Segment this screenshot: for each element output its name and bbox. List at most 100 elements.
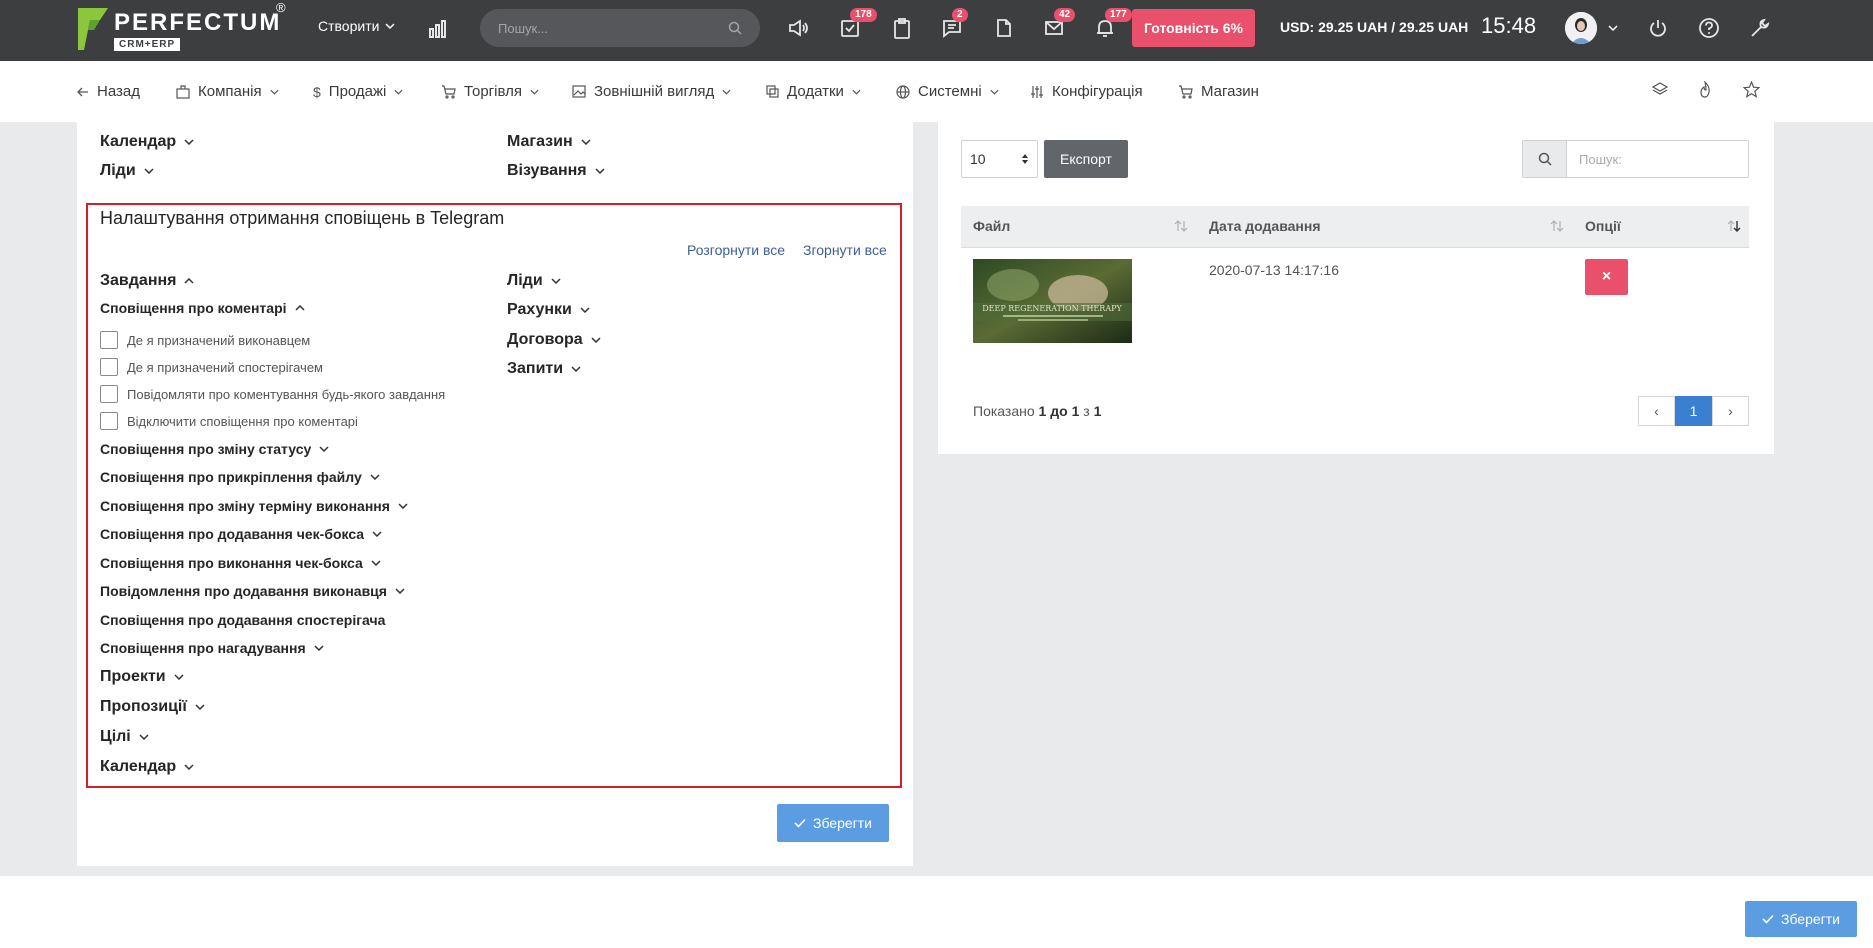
section-calendar-label: Календар [100, 133, 177, 150]
clipboard-icon[interactable] [888, 14, 916, 42]
nav-store[interactable]: Магазин [1178, 83, 1259, 100]
sub-section[interactable]: Сповіщення про зміну статусу [100, 441, 329, 457]
column-options[interactable]: Опції [1585, 218, 1621, 234]
footer-save-button[interactable]: Зберегти [1745, 901, 1857, 937]
section-requests[interactable]: Запити [507, 360, 581, 378]
nav-trade[interactable]: Торгівля [441, 83, 539, 100]
stats-chart-icon[interactable] [428, 17, 450, 44]
chevron-down-icon [174, 674, 184, 680]
file-thumbnail[interactable]: DEEP REGENERATION THERAPY [973, 259, 1132, 343]
brand-logo[interactable]: PERFECTUM CRM+ERP [76, 6, 281, 52]
table-search[interactable] [1522, 140, 1749, 178]
nav-appearance[interactable]: Зовнішній вигляд [572, 83, 731, 100]
pagination-prev[interactable]: ‹ [1638, 396, 1675, 426]
user-avatar[interactable] [1565, 12, 1597, 44]
checkbox[interactable] [100, 412, 118, 430]
readiness-button[interactable]: Готовність 6% [1132, 9, 1255, 47]
section-shop[interactable]: Магазин [507, 133, 591, 151]
section-projects-label: Проекти [100, 668, 166, 685]
checkbox-row[interactable]: Повідомляти про коментування будь-якого … [100, 385, 445, 403]
section-proposals[interactable]: Пропозиції [100, 698, 205, 716]
page-size-select[interactable]: 10 [961, 140, 1038, 178]
global-search-input[interactable] [498, 20, 698, 36]
chevron-down-icon [314, 645, 324, 651]
column-file[interactable]: Файл [973, 218, 1010, 234]
checkbox[interactable] [100, 331, 118, 349]
section-contracts[interactable]: Договора [507, 331, 601, 349]
section-leads-telegram[interactable]: Ліди [507, 272, 561, 290]
create-dropdown[interactable]: Створити [318, 18, 395, 34]
layers-icon[interactable] [1652, 81, 1668, 97]
table-info-from: 1 [1038, 403, 1047, 419]
announcements-icon[interactable] [785, 14, 813, 42]
delete-button[interactable]: × [1585, 259, 1628, 295]
checkbox[interactable] [100, 358, 118, 376]
sort-desc-icon[interactable] [1727, 219, 1741, 233]
save-button[interactable]: Зберегти [777, 804, 889, 842]
chevron-down-icon [319, 446, 329, 452]
section-leads[interactable]: Ліди [100, 162, 154, 180]
nav-addons[interactable]: Додатки [766, 83, 861, 100]
mail-badge: 42 [1054, 8, 1076, 22]
column-date[interactable]: Дата додавання [1209, 218, 1321, 234]
help-icon[interactable] [1695, 14, 1723, 42]
nav-sales-label: Продажі [328, 83, 387, 100]
mail-icon[interactable]: 42 [1040, 8, 1076, 42]
nav-system-label: Системні [918, 83, 982, 100]
section-tasks[interactable]: Завдання [100, 272, 195, 290]
collapse-all-link[interactable]: Згорнути все [803, 242, 887, 258]
section-calendar-telegram[interactable]: Календар [100, 758, 194, 776]
section-visa[interactable]: Візування [507, 162, 605, 180]
section-calendar[interactable]: Календар [100, 133, 194, 151]
globe-icon [896, 84, 910, 99]
flame-icon[interactable] [1698, 81, 1712, 98]
power-icon[interactable] [1644, 14, 1672, 42]
star-icon[interactable] [1743, 81, 1760, 98]
expand-all-link[interactable]: Розгорнути все [687, 242, 785, 258]
checkbox-row[interactable]: Де я призначений спостерігачем [100, 358, 323, 376]
wrench-icon[interactable] [1746, 14, 1774, 42]
section-goals[interactable]: Цілі [100, 728, 149, 746]
search-icon[interactable] [728, 21, 742, 35]
sub-section[interactable]: Сповіщення про зміну терміну виконання [100, 498, 408, 514]
document-icon[interactable] [990, 14, 1018, 42]
sort-icon[interactable] [1550, 219, 1564, 233]
sub-section[interactable]: Сповіщення про прикріплення файлу [100, 469, 380, 485]
nav-sales[interactable]: $ Продажі [313, 83, 403, 100]
pagination-page[interactable]: 1 [1675, 396, 1712, 426]
section-invoices[interactable]: Рахунки [507, 301, 590, 319]
sort-arrows-icon [1022, 154, 1028, 164]
sub-section[interactable]: Сповіщення про додавання спостерігача [100, 612, 385, 628]
checkbox[interactable] [100, 385, 118, 403]
sub-section[interactable]: Сповіщення про виконання чек-бокса [100, 555, 381, 571]
cart-icon [1179, 84, 1193, 99]
chevron-down-icon [581, 139, 591, 145]
nav-back[interactable]: Назад [77, 83, 140, 100]
section-leads-label: Ліди [100, 162, 136, 179]
checkbox-label: Відключити сповіщення про коментарі [127, 413, 358, 429]
brand-name: PERFECTUM [114, 9, 282, 36]
sub-section[interactable]: Сповіщення про додавання чек-бокса [100, 526, 382, 542]
chevron-down-icon [270, 89, 279, 95]
sort-icon[interactable] [1174, 219, 1188, 233]
pagination: ‹ 1 › [1638, 396, 1749, 426]
pagination-next[interactable]: › [1712, 396, 1749, 426]
sub-section[interactable]: Сповіщення про нагадування [100, 640, 324, 656]
checkbox-row[interactable]: Відключити сповіщення про коментарі [100, 412, 358, 430]
export-button[interactable]: Експорт [1044, 140, 1128, 178]
tasks-icon[interactable]: 178 [836, 8, 877, 42]
global-search[interactable] [480, 9, 760, 47]
notifications-icon[interactable]: 177 [1091, 8, 1132, 42]
table-search-input[interactable] [1567, 141, 1737, 177]
chat-icon[interactable]: 2 [938, 8, 968, 42]
sub-section[interactable]: Повідомлення про додавання виконавця [100, 583, 405, 599]
nav-system[interactable]: Системні [896, 83, 999, 100]
chevron-down-icon[interactable] [1608, 25, 1618, 31]
comments-notifications[interactable]: Сповіщення про коментарі [100, 300, 305, 316]
create-label: Створити [318, 18, 380, 34]
nav-company[interactable]: Компанія [176, 83, 279, 100]
checkbox-row[interactable]: Де я призначений виконавцем [100, 331, 310, 349]
chevron-down-icon [580, 307, 590, 313]
section-projects[interactable]: Проекти [100, 668, 184, 686]
nav-configuration[interactable]: Конфігурація [1030, 83, 1143, 100]
